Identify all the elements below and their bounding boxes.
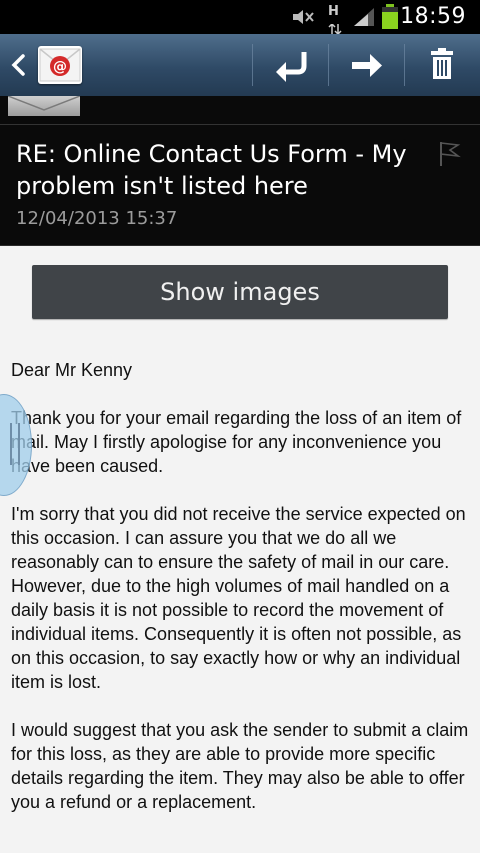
- email-date: 12/04/2013 15:37: [16, 208, 178, 229]
- action-bar-divider: [404, 44, 405, 86]
- status-bar: H 18:59: [0, 0, 480, 36]
- network-label: H: [328, 4, 339, 19]
- reply-button[interactable]: [262, 44, 322, 86]
- signal-icon: [354, 8, 374, 26]
- trash-icon: [431, 48, 453, 79]
- delete-button[interactable]: [412, 44, 472, 86]
- email-paragraph: I'm sorry that you did not receive the s…: [11, 504, 466, 692]
- header-divider: [0, 124, 480, 125]
- sender-avatar: [7, 95, 81, 116]
- forward-icon: [352, 54, 382, 77]
- email-paragraph: I would suggest that you ask the sender …: [11, 720, 469, 812]
- forward-button[interactable]: [338, 44, 398, 86]
- mute-icon: [293, 10, 314, 24]
- reply-icon: [276, 52, 307, 82]
- network-h-icon: H: [328, 4, 342, 36]
- battery-icon: [382, 4, 398, 29]
- email-app-icon[interactable]: @: [38, 46, 82, 84]
- status-time: 18:59: [400, 4, 466, 29]
- email-subject: RE: Online Contact Us Form - My problem …: [16, 140, 407, 200]
- email-paragraph: Thank you for your email regarding the l…: [11, 408, 462, 476]
- show-images-button[interactable]: Show images: [32, 265, 448, 319]
- grip-icon: [10, 423, 20, 465]
- svg-text:@: @: [53, 59, 67, 75]
- email-body: Dear Mr Kenny Thank you for your email r…: [11, 358, 477, 838]
- action-bar: @: [0, 34, 480, 97]
- action-bar-divider: [328, 44, 329, 86]
- chevron-left-icon[interactable]: [8, 51, 28, 79]
- action-bar-divider: [252, 44, 253, 86]
- flag-icon[interactable]: [436, 140, 462, 168]
- email-greeting: Dear Mr Kenny: [11, 360, 133, 380]
